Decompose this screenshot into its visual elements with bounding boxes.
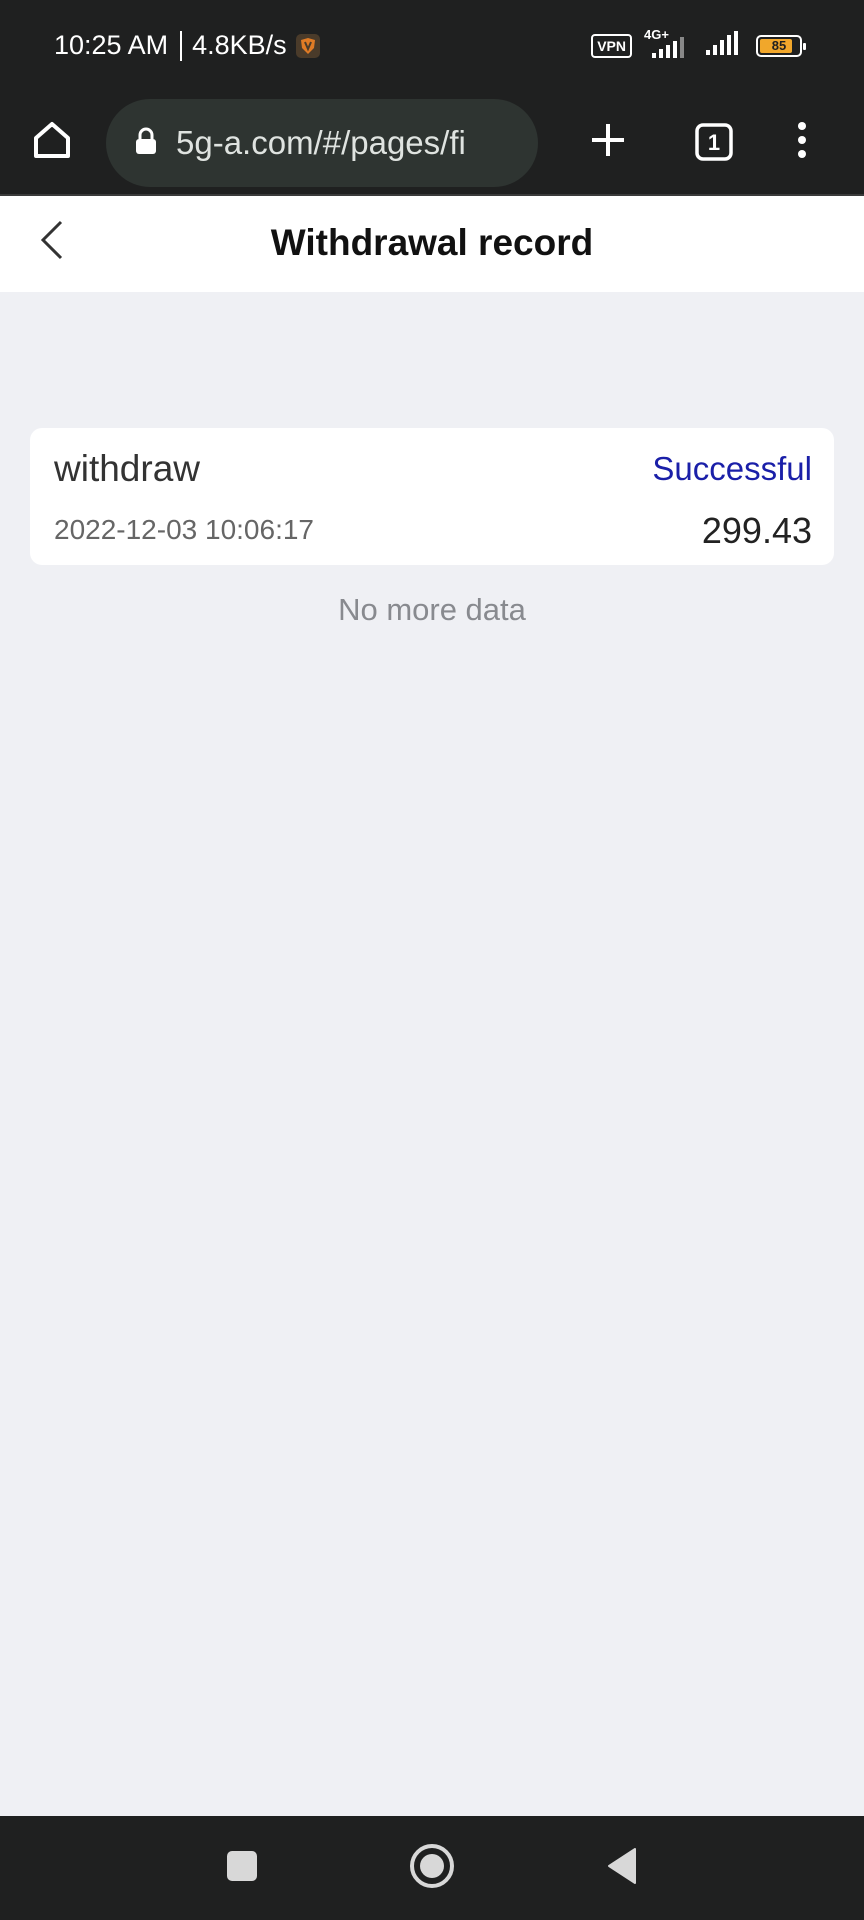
page-header: Withdrawal record	[0, 196, 864, 292]
tab-count: 1	[707, 130, 721, 155]
battery-level: 85	[771, 37, 787, 53]
recent-apps-button[interactable]	[212, 1838, 272, 1898]
home-icon	[30, 118, 74, 167]
status-left: 10:25 AM 4.8KB/s	[54, 30, 321, 61]
lock-icon	[134, 126, 158, 161]
signal-icon: 4G+	[644, 27, 692, 61]
browser-menu-button[interactable]	[770, 110, 834, 174]
app-notification-icon	[295, 33, 321, 59]
no-more-data-label: No more data	[338, 592, 526, 627]
back-triangle-icon	[605, 1847, 639, 1890]
page-title: Withdrawal record	[270, 222, 594, 263]
plus-icon	[588, 120, 628, 165]
record-status: Successful	[652, 450, 812, 487]
record-amount: 299.43	[701, 510, 812, 551]
withdrawal-record-item[interactable]: withdraw Successful 2022-12-03 10:06:17 …	[30, 428, 834, 565]
status-right: VPN 4G+ 85	[591, 27, 806, 61]
system-home-button[interactable]	[402, 1838, 462, 1898]
more-vert-icon	[794, 120, 810, 165]
signal-icon	[704, 30, 744, 61]
system-nav-bar	[0, 1816, 864, 1920]
tabs-icon: 1	[694, 122, 734, 162]
network-speed: 4.8KB/s	[192, 30, 287, 60]
status-divider	[180, 30, 183, 61]
battery-tip	[803, 42, 806, 50]
system-back-button[interactable]	[592, 1838, 652, 1898]
record-type: withdraw	[54, 448, 200, 489]
home-circle-icon	[408, 1842, 456, 1895]
url-text[interactable]: 5g-a.com/#/pages/fi	[176, 124, 526, 162]
browser-toolbar: 5g-a.com/#/pages/fi 1	[0, 90, 864, 196]
address-bar[interactable]: 5g-a.com/#/pages/fi	[106, 99, 538, 187]
tab-switcher-button[interactable]: 1	[682, 110, 746, 174]
battery-icon: 85	[756, 34, 806, 57]
new-tab-button[interactable]	[576, 110, 640, 174]
status-time: 10:25 AM	[54, 30, 169, 60]
home-button[interactable]	[20, 110, 84, 174]
record-date: 2022-12-03 10:06:17	[54, 514, 314, 545]
status-bar: 10:25 AM 4.8KB/s VPN 4G+ 85	[0, 0, 864, 90]
recent-apps-icon	[225, 1849, 259, 1888]
vpn-badge: VPN	[591, 33, 632, 58]
